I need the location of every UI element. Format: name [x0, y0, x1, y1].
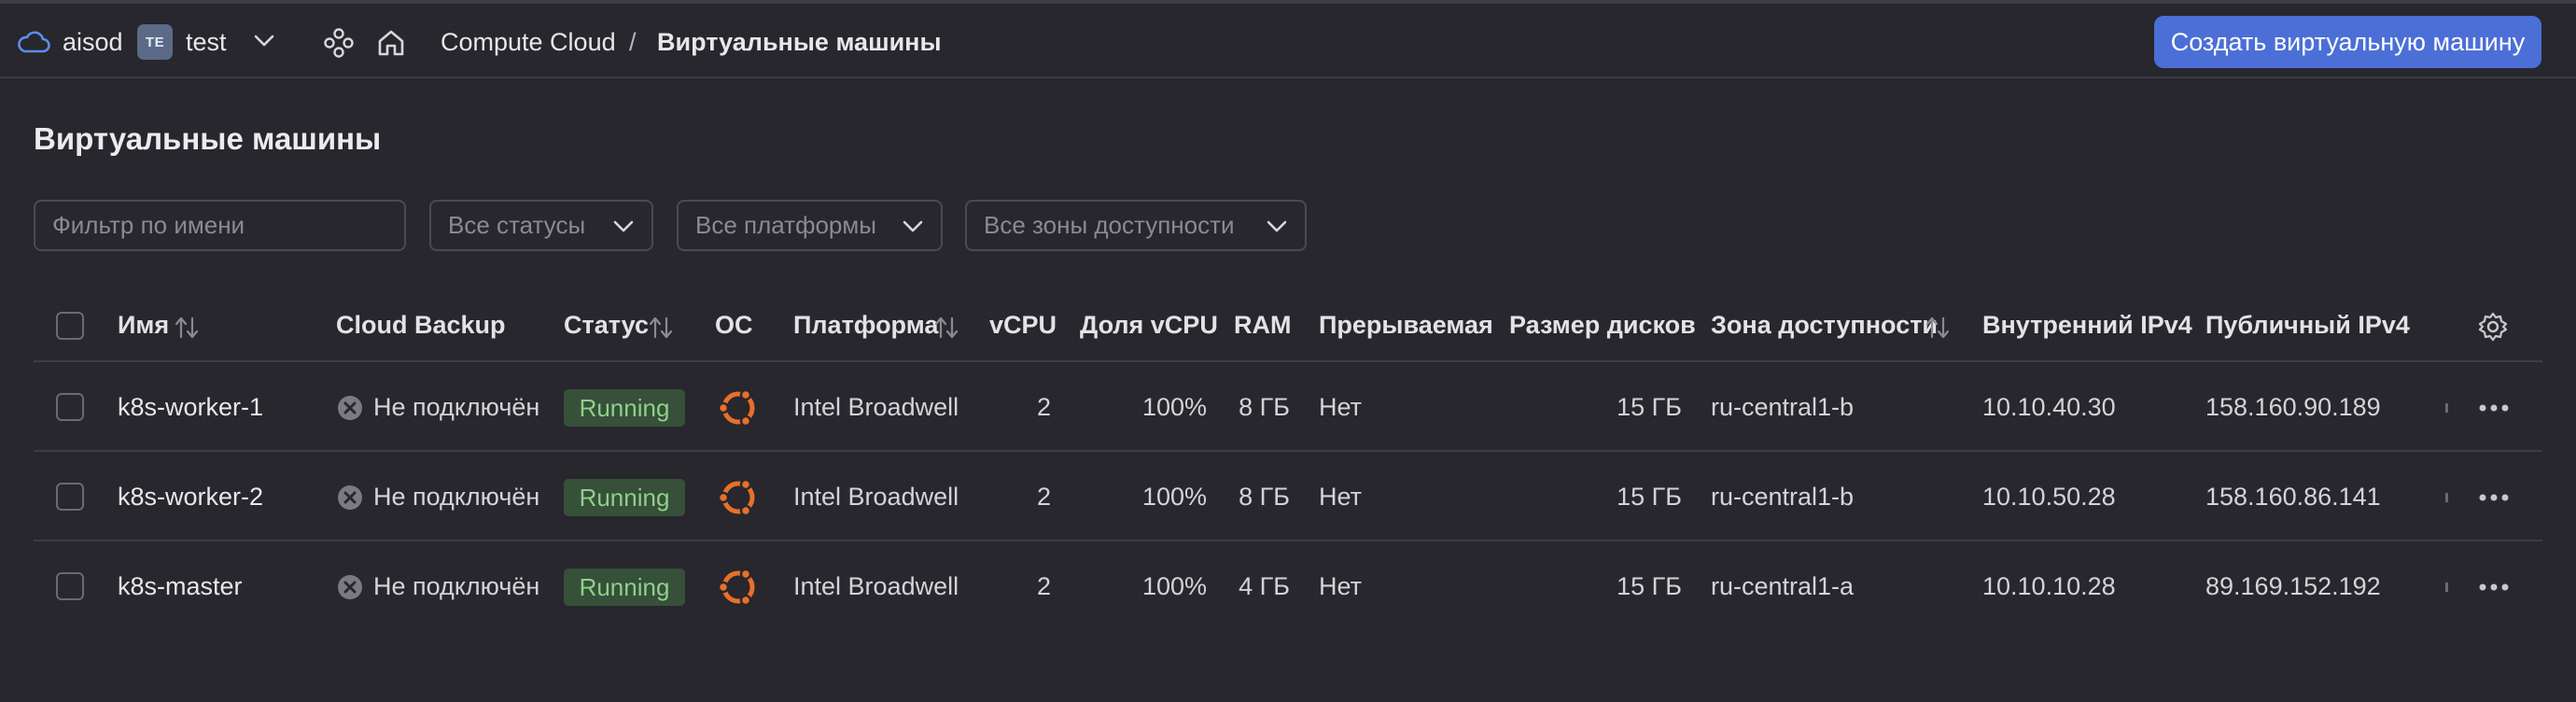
folder-name[interactable]: test — [186, 28, 227, 57]
name-filter-input[interactable] — [52, 211, 404, 240]
vm-name-link[interactable]: k8s-worker-1 — [118, 393, 263, 422]
platform-cell: Intel Broadwell — [793, 572, 959, 600]
zone-filter-select[interactable]: Все зоны доступности — [965, 200, 1307, 251]
ubuntu-icon — [717, 478, 755, 517]
vm-name-link[interactable]: k8s-worker-2 — [118, 483, 263, 512]
chevron-down-icon — [1267, 220, 1287, 232]
column-header-status[interactable]: Статус — [564, 311, 649, 340]
home-icon[interactable] — [375, 27, 407, 59]
x-circle-icon — [338, 575, 362, 599]
chevron-down-icon[interactable] — [253, 34, 275, 49]
sort-icon[interactable] — [648, 315, 674, 341]
public-ip-cell[interactable]: 158.160.86.141 — [2205, 483, 2381, 512]
column-header-vcpu: vCPU — [989, 311, 1057, 339]
public-ip-cell[interactable]: 158.160.90.189 — [2205, 393, 2381, 422]
truncated-column-edge — [2445, 583, 2448, 592]
ubuntu-icon — [717, 568, 755, 607]
status-badge: Running — [564, 389, 685, 427]
table-header-divider — [34, 360, 2542, 362]
row-checkbox[interactable] — [56, 572, 84, 600]
status-badge: Running — [564, 479, 685, 516]
public-ip-cell[interactable]: 89.169.152.192 — [2205, 572, 2381, 601]
truncated-column-edge — [2445, 493, 2448, 502]
zone-cell: ru-central1-b — [1711, 393, 1855, 421]
sort-icon[interactable] — [933, 315, 959, 341]
column-header-platform[interactable]: Платформа — [793, 311, 938, 340]
services-icon[interactable] — [323, 27, 355, 59]
preemptible-cell: Нет — [1319, 393, 1362, 421]
ram-cell: 8 ГБ — [1239, 483, 1290, 511]
ram-cell: 8 ГБ — [1239, 393, 1290, 421]
select-all-checkbox[interactable] — [56, 312, 84, 340]
status-filter-select[interactable]: Все статусы — [429, 200, 653, 251]
cloud-icon[interactable] — [17, 30, 50, 54]
gear-icon[interactable] — [2477, 311, 2509, 343]
top-header: aisod TE test Compute Cloud / Виртуальны… — [0, 4, 2576, 78]
column-header-ram: RAM — [1234, 311, 1292, 339]
account-name[interactable]: aisod — [63, 28, 123, 57]
preemptible-cell: Нет — [1319, 572, 1362, 600]
truncated-column-edge — [2445, 403, 2448, 413]
internal-ip-cell[interactable]: 10.10.40.30 — [1982, 393, 2116, 422]
ram-cell: 4 ГБ — [1239, 572, 1290, 600]
backup-status: Не подключён — [373, 393, 540, 421]
zone-cell: ru-central1-a — [1711, 572, 1855, 600]
status-filter-value: Все статусы — [448, 211, 586, 239]
backup-status: Не подключён — [373, 483, 540, 511]
more-actions-icon[interactable] — [2478, 403, 2510, 413]
chevron-down-icon — [903, 220, 923, 232]
sort-icon[interactable] — [1925, 315, 1951, 341]
internal-ip-cell[interactable]: 10.10.10.28 — [1982, 572, 2116, 601]
create-vm-button[interactable]: Создать виртуальную машину — [2154, 16, 2541, 68]
chevron-down-icon — [613, 220, 634, 232]
status-badge: Running — [564, 569, 685, 606]
zone-cell: ru-central1-b — [1711, 483, 1855, 511]
vcpu-cell: 2 — [1036, 393, 1051, 421]
column-header-public-ip: Публичный IPv4 — [2205, 311, 2410, 339]
column-header-zone[interactable]: Зона доступности — [1711, 311, 1938, 340]
row-divider — [34, 540, 2542, 541]
disk-size-cell: 15 ГБ — [1617, 483, 1682, 511]
internal-ip-cell[interactable]: 10.10.50.28 — [1982, 483, 2116, 512]
breadcrumb-service[interactable]: Compute Cloud — [441, 28, 616, 57]
vcpu-share-cell: 100% — [1141, 572, 1207, 600]
vcpu-share-cell: 100% — [1141, 483, 1207, 511]
column-header-internal-ip: Внутренний IPv4 — [1982, 311, 2192, 339]
page-title: Виртуальные машины — [34, 121, 382, 156]
column-header-name[interactable]: Имя — [118, 311, 169, 340]
more-actions-icon[interactable] — [2478, 583, 2510, 592]
vcpu-cell: 2 — [1036, 572, 1051, 600]
more-actions-icon[interactable] — [2478, 493, 2510, 502]
name-filter[interactable] — [34, 200, 406, 251]
disk-size-cell: 15 ГБ — [1617, 572, 1682, 600]
row-divider — [34, 450, 2542, 452]
platform-cell: Intel Broadwell — [793, 483, 959, 511]
disk-size-cell: 15 ГБ — [1617, 393, 1682, 421]
column-header-preemptible: Прерываемая — [1319, 311, 1493, 339]
row-checkbox[interactable] — [56, 483, 84, 511]
sort-icon[interactable] — [174, 315, 200, 341]
platform-filter-value: Все платформы — [695, 211, 876, 239]
preemptible-cell: Нет — [1319, 483, 1362, 511]
column-header-disk-size: Размер дисков — [1509, 311, 1696, 339]
x-circle-icon — [338, 396, 362, 420]
ubuntu-icon — [717, 388, 755, 428]
platform-cell: Intel Broadwell — [793, 393, 959, 421]
column-header-backup: Cloud Backup — [336, 311, 506, 339]
row-checkbox[interactable] — [56, 393, 84, 421]
folder-avatar[interactable]: TE — [137, 24, 173, 60]
breadcrumb-separator: / — [629, 28, 637, 56]
column-header-os: ОС — [715, 311, 753, 339]
vm-name-link[interactable]: k8s-master — [118, 572, 243, 601]
column-header-vcpu-share: Доля vCPU — [1080, 311, 1218, 339]
backup-status: Не подключён — [373, 572, 540, 600]
vcpu-share-cell: 100% — [1141, 393, 1207, 421]
breadcrumb-current: Виртуальные машины — [657, 28, 942, 56]
vcpu-cell: 2 — [1036, 483, 1051, 511]
platform-filter-select[interactable]: Все платформы — [677, 200, 943, 251]
x-circle-icon — [338, 485, 362, 510]
zone-filter-value: Все зоны доступности — [984, 211, 1235, 239]
